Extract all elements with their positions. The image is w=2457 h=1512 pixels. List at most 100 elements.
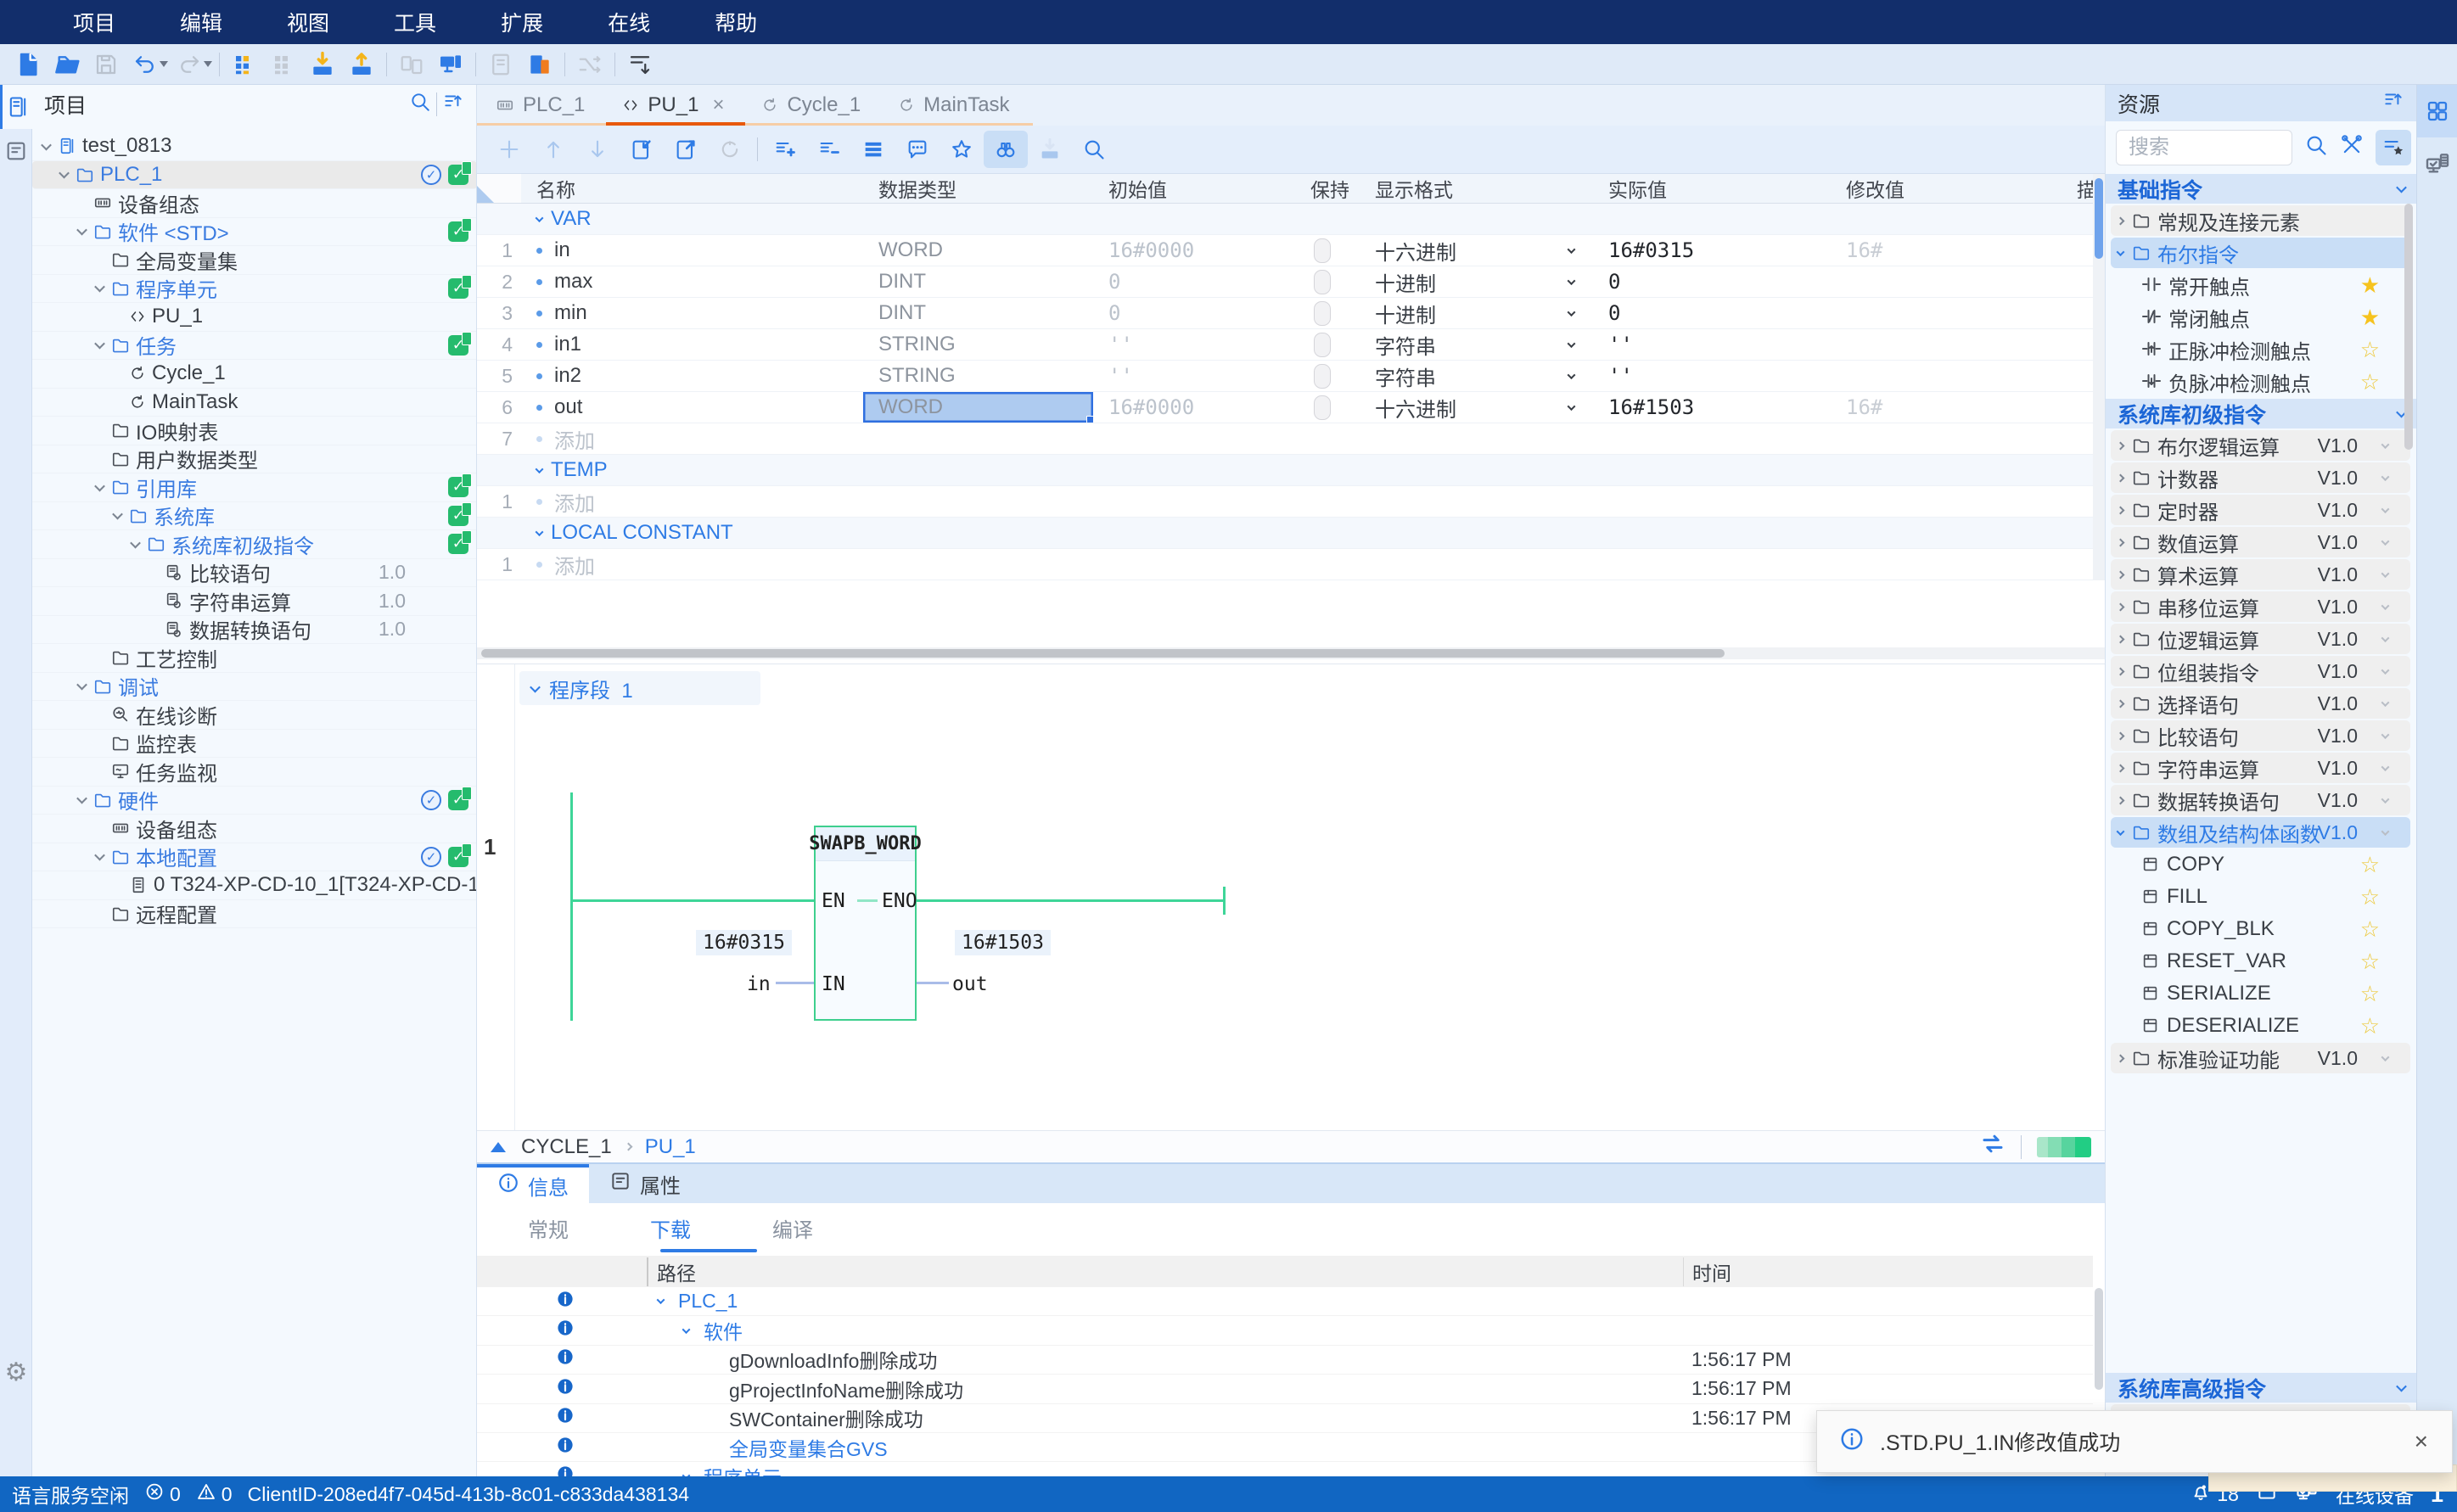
subtab-常规[interactable]: 常规 [528, 1213, 569, 1243]
clipboard-panel-icon[interactable] [0, 129, 32, 173]
menu-item-3[interactable]: 工具 [394, 7, 436, 37]
resource-folder-计数器[interactable]: 计数器 V1.0 [2111, 462, 2410, 493]
move-up-button[interactable] [531, 131, 575, 168]
add-row-button[interactable] [487, 131, 531, 168]
chevron-down-icon[interactable] [94, 339, 105, 350]
retain-toggle[interactable] [1314, 301, 1331, 326]
chevron-down-icon[interactable] [76, 793, 87, 804]
library-alt-button[interactable] [264, 48, 303, 81]
warning-count[interactable]: 0 [222, 1483, 233, 1506]
resource-instruction-负脉冲检测触点[interactable]: 负脉冲检测触点 ☆ [2111, 367, 2410, 397]
favorite-button[interactable] [940, 131, 984, 168]
export-values-button[interactable] [1028, 131, 1072, 168]
resource-folder-标准验证功能[interactable]: 标准验证功能 V1.0 [2111, 1043, 2410, 1073]
menu-item-2[interactable]: 视图 [287, 7, 329, 37]
tree-item-任务监视[interactable]: 任务监视 [32, 758, 477, 787]
datatype-cell[interactable]: STRING [863, 361, 1093, 391]
resource-instruction-常开触点[interactable]: 常开触点 ★ [2111, 270, 2410, 300]
delete-row-button[interactable] [807, 131, 851, 168]
variable-row-out[interactable]: 6 out WORD 16#0000 十六进制 16#1503 16# [477, 392, 2093, 423]
tree-item-系统库初级指令[interactable]: 系统库初级指令✓ [32, 530, 477, 559]
resource-instruction-FILL[interactable]: FILL ☆ [2111, 882, 2410, 912]
chevron-down-icon[interactable] [94, 480, 105, 491]
upload-button[interactable] [342, 48, 381, 81]
tree-item-Cycle_1[interactable]: Cycle_1 [32, 360, 477, 389]
device-io-button[interactable] [520, 48, 559, 81]
favorite-star-icon[interactable]: ☆ [2360, 886, 2380, 908]
retain-toggle[interactable] [1314, 395, 1331, 420]
chevron-down-icon[interactable] [76, 680, 87, 691]
export-button[interactable] [664, 131, 708, 168]
tree-item-软件 <STD>[interactable]: 软件 <STD>✓ [32, 218, 477, 247]
retain-toggle[interactable] [1314, 238, 1331, 263]
tree-item-工艺控制[interactable]: 工艺控制 [32, 644, 477, 673]
menu-item-5[interactable]: 在线 [608, 7, 650, 37]
out-value-badge[interactable]: 16#1503 [955, 930, 1051, 955]
project-explorer-icon[interactable] [0, 85, 32, 129]
variable-row-add[interactable]: 1 添加 [477, 486, 2093, 518]
toast-close-icon[interactable]: × [2415, 1428, 2428, 1455]
tree-item-调试[interactable]: 调试 [32, 673, 477, 702]
tree-item-全局变量集[interactable]: 全局变量集 [32, 246, 477, 275]
variable-row-add[interactable]: 7 添加 [477, 423, 2093, 455]
search-icon[interactable] [409, 91, 431, 119]
log-scrollbar-thumb[interactable] [2095, 1288, 2103, 1390]
settings-gear-icon[interactable]: ⚙ [2, 1356, 31, 1388]
tools-icon[interactable] [2340, 133, 2364, 163]
breadcrumb-unit[interactable]: PU_1 [645, 1135, 696, 1159]
resource-instruction-DESERIALIZE[interactable]: DESERIALIZE ☆ [2111, 1011, 2410, 1041]
variable-row-in[interactable]: 1 in WORD 16#0000 十六进制 16#0315 16# [477, 235, 2093, 266]
resource-instruction-常闭触点[interactable]: 常闭触点 ★ [2111, 302, 2410, 333]
resource-folder-数值运算[interactable]: 数值运算 V1.0 [2111, 527, 2410, 557]
log-row[interactable]: PLC_1 [477, 1287, 2093, 1316]
resource-folder-布尔逻辑运算[interactable]: 布尔逻辑运算 V1.0 [2111, 430, 2410, 461]
favorite-star-icon[interactable]: ☆ [2360, 950, 2380, 972]
transfer-icon[interactable] [1980, 1131, 2005, 1162]
resource-folder-位逻辑运算[interactable]: 位逻辑运算 V1.0 [2111, 624, 2410, 654]
out-operand[interactable]: out [952, 973, 988, 995]
log-row[interactable]: gProjectInfoName删除成功 1:56:17 PM [477, 1375, 2093, 1403]
resource-folder-串移位运算[interactable]: 串移位运算 V1.0 [2111, 591, 2410, 622]
search-icon[interactable] [2304, 133, 2328, 163]
resource-folder-选择语句[interactable]: 选择语句 V1.0 [2111, 688, 2410, 719]
menu-item-0[interactable]: 项目 [73, 7, 115, 37]
resource-section-基础指令[interactable]: 基础指令 [2106, 174, 2416, 204]
tree-item-0 T324-XP-CD-10_1[T324-XP-CD-10][interactable]: 0 T324-XP-CD-10_1[T324-XP-CD-10]✓ [32, 871, 477, 900]
display-format-select[interactable]: 字符串 [1360, 361, 1593, 391]
tree-item-程序单元[interactable]: 程序单元✓ [32, 275, 477, 304]
library-button[interactable] [225, 48, 264, 81]
list-view-button[interactable] [851, 131, 895, 168]
table-vertical-scrollbar-thumb[interactable] [2095, 178, 2103, 259]
favorite-star-icon[interactable]: ☆ [2360, 854, 2380, 876]
tree-item-远程配置[interactable]: 远程配置 [32, 900, 477, 929]
monitor-device-button[interactable] [431, 48, 470, 81]
in-value-badge[interactable]: 16#0315 [696, 930, 792, 955]
editor-tab-Cycle_1[interactable]: Cycle_1 [743, 85, 879, 126]
menu-item-4[interactable]: 扩展 [501, 7, 543, 37]
variable-row-in1[interactable]: 4 in1 STRING '' 字符串 '' [477, 329, 2093, 361]
favorite-star-icon[interactable]: ☆ [2360, 983, 2380, 1005]
datatype-cell[interactable]: DINT [863, 298, 1093, 328]
resource-folder-字符串运算[interactable]: 字符串运算 V1.0 [2111, 753, 2410, 783]
menu-item-1[interactable]: 编辑 [180, 7, 222, 37]
tree-item-test_0813[interactable]: test_0813 [32, 132, 477, 161]
resource-folder-定时器[interactable]: 定时器 V1.0 [2111, 495, 2410, 525]
resource-scrollbar-thumb[interactable] [2404, 204, 2413, 450]
display-format-select[interactable]: 十六进制 [1360, 392, 1593, 423]
display-format-select[interactable]: 十进制 [1360, 298, 1593, 328]
tree-item-IO映射表[interactable]: IO映射表 [32, 417, 477, 445]
chevron-down-icon[interactable] [94, 850, 105, 861]
tree-item-PLC_1[interactable]: PLC_1✓✓ [32, 161, 477, 190]
watch-button[interactable] [984, 131, 1028, 168]
chevron-down-icon[interactable] [41, 139, 52, 150]
tree-item-用户数据类型[interactable]: 用户数据类型 [32, 445, 477, 474]
retain-toggle[interactable] [1314, 333, 1331, 357]
favorite-star-icon[interactable]: ☆ [2360, 371, 2380, 393]
sort-filter-button[interactable] [620, 48, 659, 81]
breadcrumb-task[interactable]: CYCLE_1 [521, 1135, 612, 1159]
datatype-cell[interactable]: DINT [863, 266, 1093, 297]
display-format-select[interactable]: 十六进制 [1360, 235, 1593, 266]
tree-item-在线诊断[interactable]: 在线诊断 [32, 701, 477, 730]
move-down-button[interactable] [575, 131, 620, 168]
refresh-button[interactable] [708, 131, 752, 168]
